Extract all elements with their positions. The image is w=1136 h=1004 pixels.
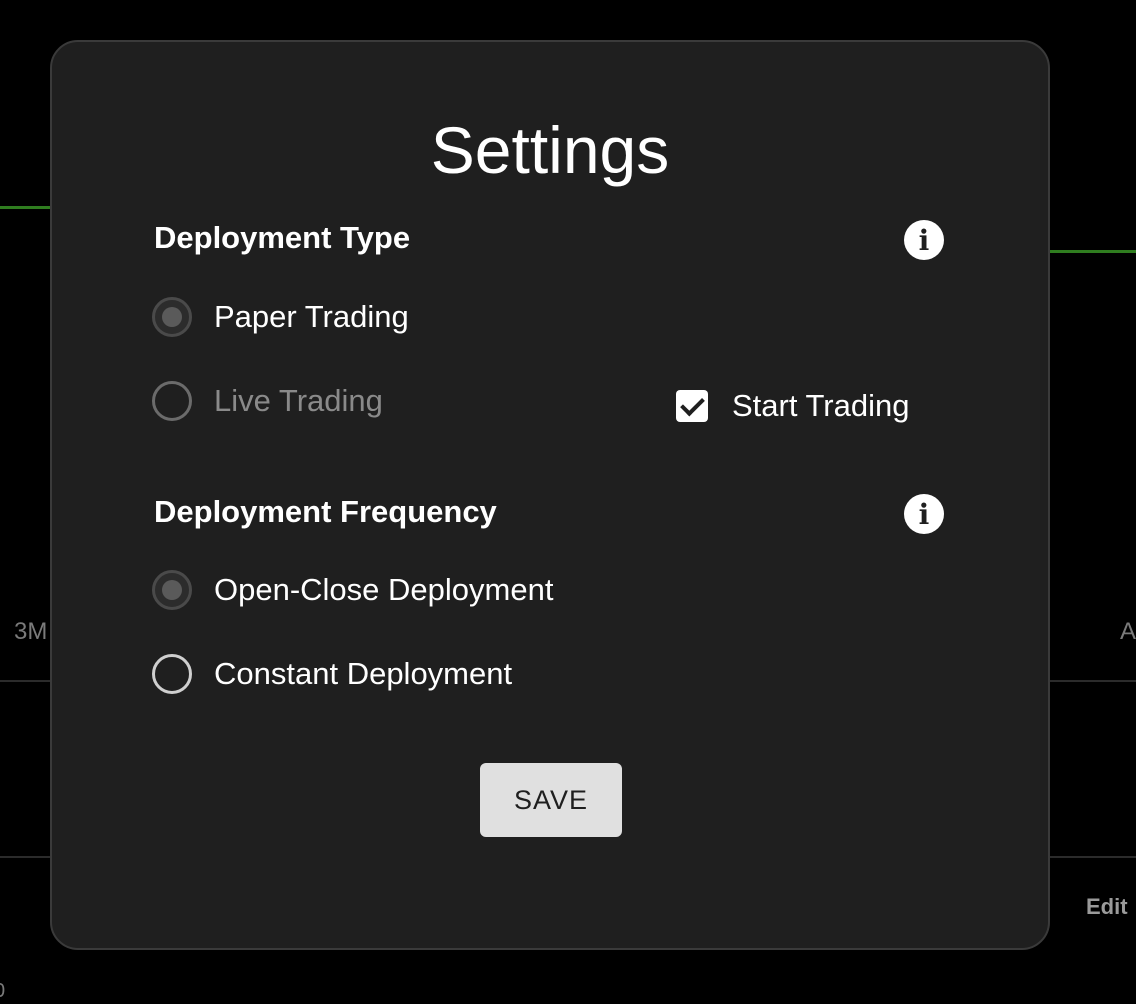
radio-button-selected[interactable] — [152, 297, 192, 337]
value-label-partial: 0 — [0, 980, 5, 1003]
start-trading-checkbox[interactable] — [676, 390, 708, 422]
radio-button-selected[interactable] — [152, 570, 192, 610]
radio-button[interactable] — [152, 654, 192, 694]
info-icon[interactable]: i — [904, 494, 944, 534]
range-label-partial: 3M — [14, 618, 48, 645]
settings-modal: Settings Deployment Type i Paper Trading… — [50, 40, 1050, 950]
range-label-partial: A — [1120, 618, 1136, 645]
modal-title: Settings — [430, 113, 670, 187]
radio-label: Live Trading — [214, 383, 383, 418]
radio-live-trading[interactable]: Live Trading — [152, 381, 383, 421]
radio-label: Open-Close Deployment — [214, 572, 554, 607]
radio-label: Paper Trading — [214, 299, 409, 334]
radio-open-close-deployment[interactable]: Open-Close Deployment — [152, 570, 553, 610]
edit-link-partial: Edit — [1086, 894, 1128, 919]
deployment-frequency-heading: Deployment Frequency — [154, 494, 497, 529]
checkbox-label: Start Trading — [732, 388, 910, 423]
deployment-type-heading: Deployment Type — [154, 220, 411, 255]
radio-button[interactable] — [152, 381, 192, 421]
info-icon[interactable]: i — [904, 220, 944, 260]
save-button[interactable]: SAVE — [480, 763, 622, 837]
start-trading-checkbox-row[interactable]: Start Trading — [676, 388, 909, 424]
chart-line-right — [1040, 250, 1136, 253]
radio-paper-trading[interactable]: Paper Trading — [152, 297, 409, 337]
radio-constant-deployment[interactable]: Constant Deployment — [152, 654, 512, 694]
radio-label: Constant Deployment — [214, 656, 513, 691]
